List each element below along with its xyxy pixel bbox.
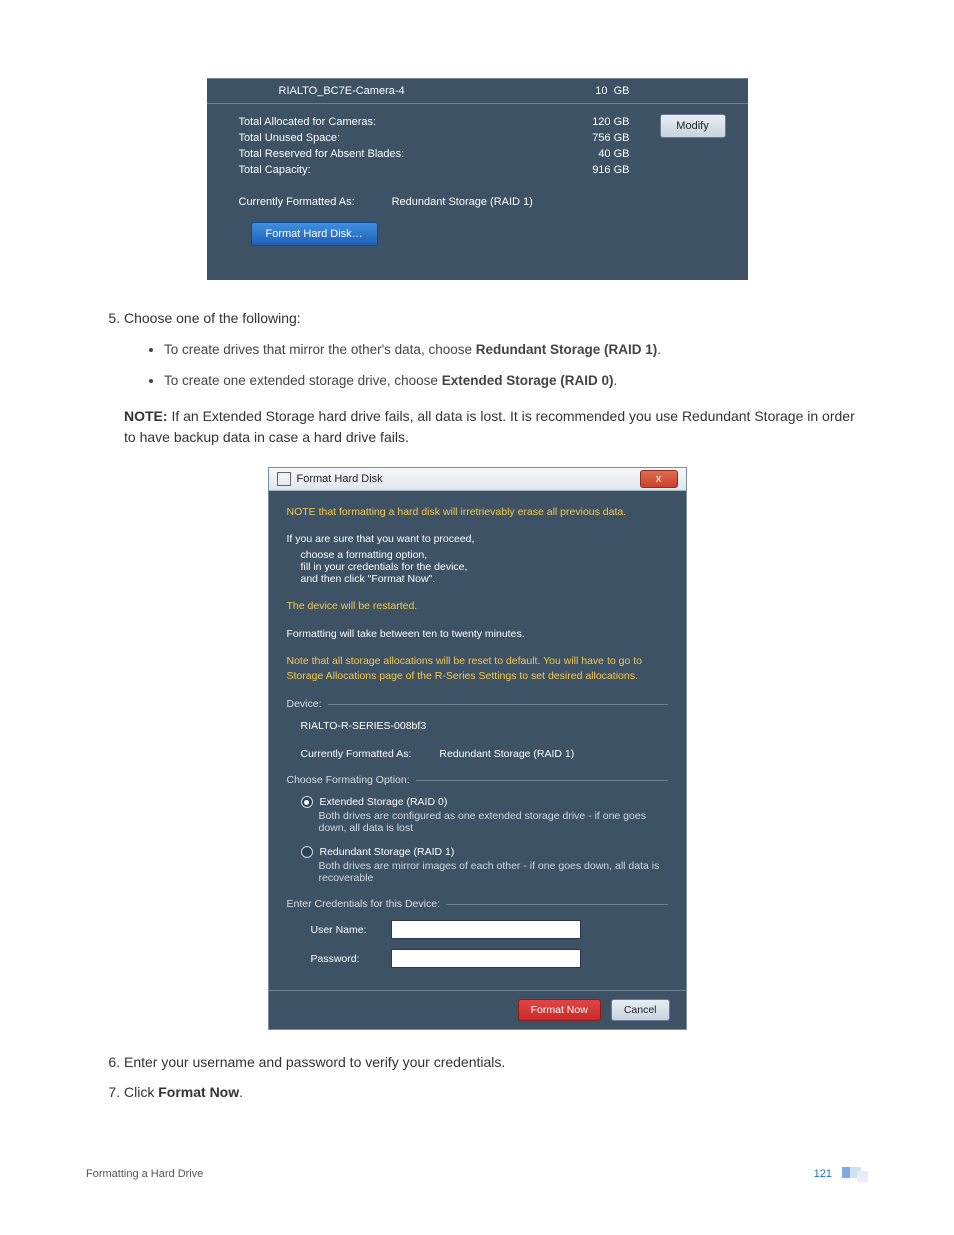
step-7: Click Format Now.: [124, 1082, 868, 1104]
steps-list: Choose one of the following: To create d…: [124, 308, 868, 392]
totals-label: Total Unused Space:: [239, 132, 490, 144]
dialog-titlebar: Format Hard Disk x: [269, 468, 686, 491]
note-paragraph: NOTE: If an Extended Storage hard drive …: [124, 406, 868, 449]
modify-button[interactable]: Modify: [660, 114, 726, 138]
steps-list-cont: Enter your username and password to veri…: [124, 1052, 868, 1103]
list-item: To create one extended storage drive, ch…: [164, 371, 868, 392]
username-field[interactable]: [391, 920, 581, 939]
format-hard-disk-dialog: Format Hard Disk x NOTE that formatting …: [268, 467, 687, 1030]
camera-name: RIALTO_BC7E-Camera-4: [279, 85, 540, 97]
step-5-bullets: To create drives that mirror the other's…: [164, 340, 868, 392]
totals-label: Total Reserved for Absent Blades:: [239, 148, 490, 160]
option-raid1[interactable]: Redundant Storage (RAID 1) Both drives a…: [301, 846, 668, 884]
totals-label: Total Allocated for Cameras:: [239, 116, 490, 128]
radio-icon[interactable]: [301, 846, 313, 858]
proceed-lead: If you are sure that you want to proceed…: [287, 532, 668, 547]
password-row: Password:: [287, 949, 668, 968]
option-label: Redundant Storage (RAID 1): [320, 846, 455, 858]
proceed-item: choose a formatting option,: [301, 549, 668, 561]
logo-mark-icon: [842, 1167, 868, 1181]
warning-erase: NOTE that formatting a hard disk will ir…: [287, 505, 668, 520]
totals-row: Total Reserved for Absent Blades: 40 GB: [239, 146, 748, 162]
format-now-button[interactable]: Format Now: [518, 999, 601, 1021]
currently-formatted-label: Currently Formatted As:: [301, 748, 437, 760]
password-label: Password:: [311, 953, 381, 965]
dialog-footer: Format Now Cancel: [269, 990, 686, 1029]
reset-note: Note that all storage allocations will b…: [287, 654, 668, 684]
format-option-group: Extended Storage (RAID 0) Both drives ar…: [287, 796, 668, 884]
device-name: RIALTO-R-SERIES-008bf3: [287, 720, 668, 732]
password-field[interactable]: [391, 949, 581, 968]
dialog-title: Format Hard Disk: [297, 473, 640, 485]
proceed-item: fill in your credentials for the device,: [301, 561, 668, 573]
radio-icon[interactable]: [301, 796, 313, 808]
duration-note: Formatting will take between ten to twen…: [287, 627, 668, 642]
option-raid0[interactable]: Extended Storage (RAID 0) Both drives ar…: [301, 796, 668, 834]
totals-value: 916 GB: [490, 164, 748, 176]
storage-summary-panel: RIALTO_BC7E-Camera-4 10 GB Modify Total …: [207, 78, 748, 280]
camera-value: 10 GB: [540, 85, 630, 97]
currently-formatted-line: Currently Formatted As: Redundant Storag…: [287, 748, 668, 760]
camera-row: RIALTO_BC7E-Camera-4 10 GB: [207, 78, 748, 104]
currently-formatted-label: Currently Formatted As:: [239, 196, 389, 208]
cancel-button[interactable]: Cancel: [611, 999, 670, 1021]
dialog-body: NOTE that formatting a hard disk will ir…: [269, 491, 686, 968]
option-label: Extended Storage (RAID 0): [320, 796, 448, 808]
footer-title: Formatting a Hard Drive: [86, 1168, 814, 1180]
credentials-section-label: Enter Credentials for this Device:: [269, 898, 686, 910]
proceed-item: and then click "Format Now".: [301, 573, 668, 585]
totals-value: 40 GB: [490, 148, 748, 160]
currently-formatted-value: Redundant Storage (RAID 1): [392, 196, 533, 208]
totals-label: Total Capacity:: [239, 164, 490, 176]
proceed-list: choose a formatting option, fill in your…: [287, 549, 668, 585]
page-footer: Formatting a Hard Drive 121: [86, 1167, 868, 1181]
close-icon[interactable]: x: [640, 470, 678, 488]
username-label: User Name:: [311, 924, 381, 936]
currently-formatted-value: Redundant Storage (RAID 1): [439, 748, 574, 760]
totals-row: Total Capacity: 916 GB: [239, 162, 748, 178]
step-5: Choose one of the following: To create d…: [124, 308, 868, 392]
choose-option-section-label: Choose Formating Option:: [269, 774, 686, 786]
list-item: To create drives that mirror the other's…: [164, 340, 868, 361]
step-5-lead: Choose one of the following:: [124, 310, 301, 326]
currently-formatted-line: Currently Formatted As: Redundant Storag…: [207, 178, 748, 208]
option-desc: Both drives are mirror images of each ot…: [301, 860, 668, 884]
restart-warning: The device will be restarted.: [287, 599, 668, 614]
format-hard-disk-button[interactable]: Format Hard Disk…: [251, 222, 378, 246]
option-desc: Both drives are configured as one extend…: [301, 810, 668, 834]
page-number: 121: [814, 1168, 832, 1180]
username-row: User Name:: [287, 920, 668, 939]
step-6: Enter your username and password to veri…: [124, 1052, 868, 1074]
device-section-label: Device:: [269, 698, 686, 710]
app-icon: [277, 472, 291, 486]
